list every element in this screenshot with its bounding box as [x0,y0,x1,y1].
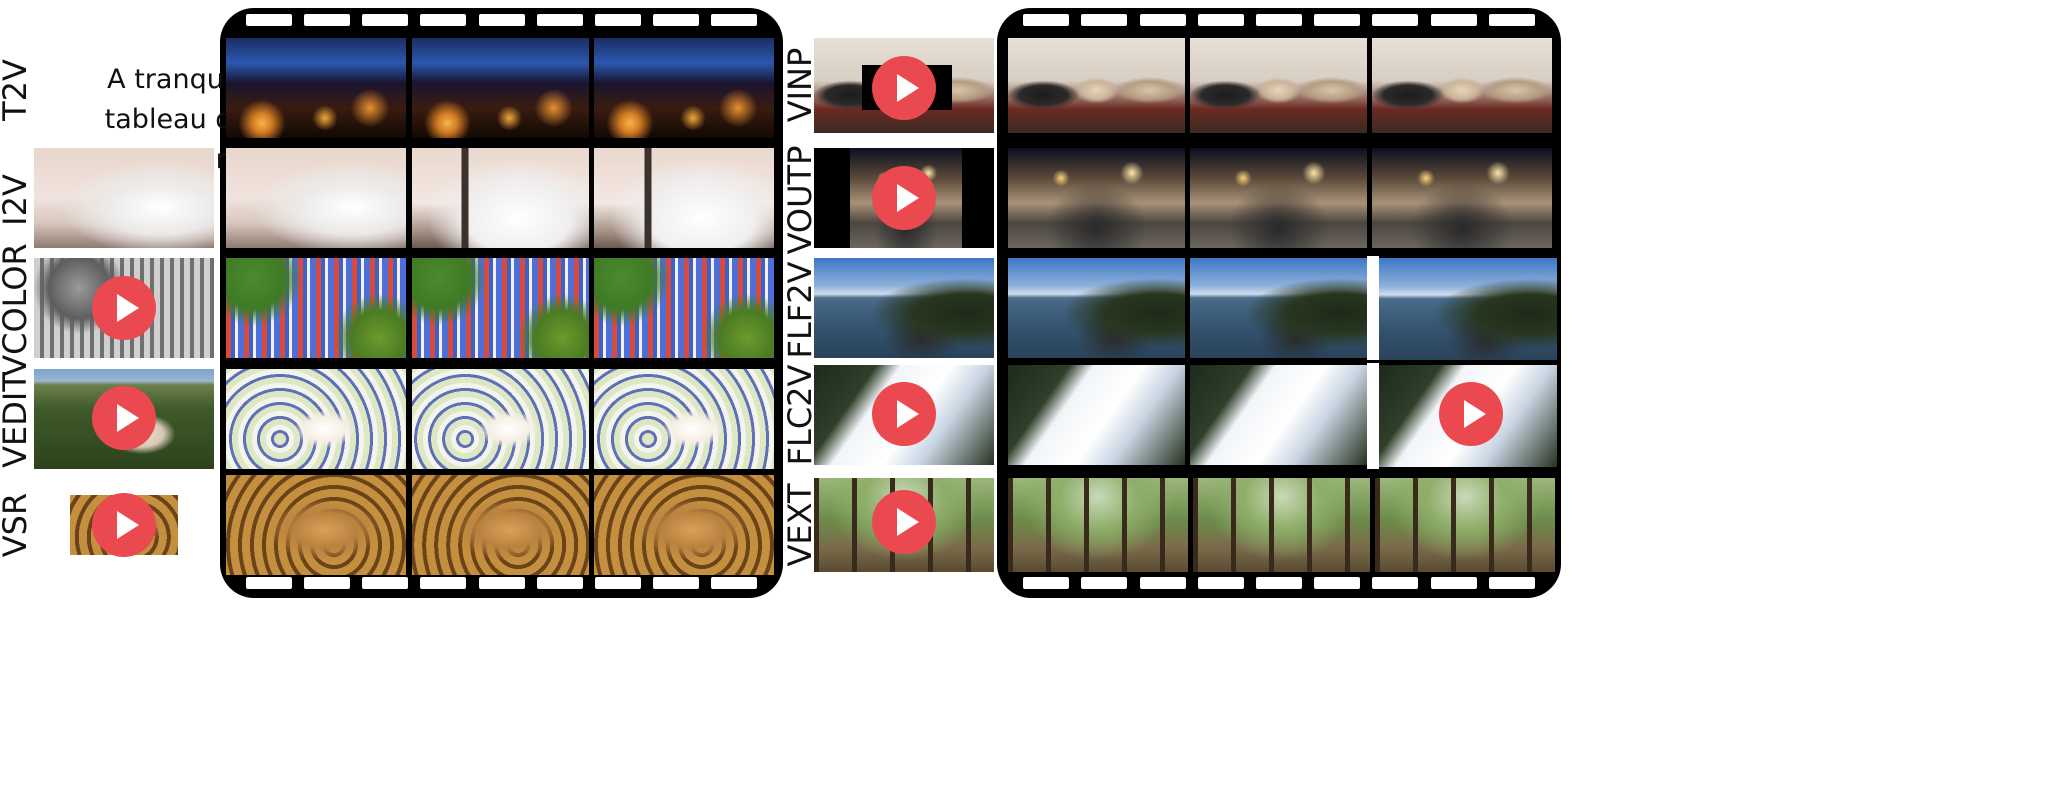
play-icon[interactable] [872,382,936,446]
sprocket-hole [1372,577,1419,589]
sprocket-hole [710,577,757,589]
sprocket-hole [1197,577,1244,589]
flf2v-output-frame [1190,258,1367,358]
voutp-output-frame [1372,148,1552,248]
sprocket-hole [1197,14,1244,26]
sprocket-hole [1314,14,1361,26]
flc2v-output-frame [1190,365,1367,465]
sprocket-hole [1023,14,1070,26]
vcolor-output-frame [226,258,406,358]
i2v-input-image [34,148,214,248]
vext-output-frame [1193,478,1370,572]
sprocket-hole [652,577,699,589]
vinp-output-frame [1190,38,1367,133]
sprocket-hole [1256,577,1302,589]
sprocket-hole [1023,577,1070,589]
flf2v-output-frame [1008,258,1185,358]
sprocket-hole [1081,14,1128,26]
vsr-output-frame [594,475,774,575]
flc2v-output-frame [1008,365,1185,465]
sprocket-hole [1372,14,1419,26]
task-label-vsr: VSR [0,492,34,558]
sprocket-hole [536,14,583,26]
sprocket-hole [478,577,525,589]
sprocket-hole [1314,577,1361,589]
vsr-output-frame [412,475,589,575]
sprocket-hole [1081,577,1128,589]
i2v-output-frame [226,148,406,248]
sprocket-hole [710,14,757,26]
sprocket-hole [1139,14,1186,26]
play-icon[interactable] [92,493,156,557]
sprocket-hole [420,14,467,26]
i2v-output-frame [412,148,589,248]
vedit-output-frame [412,369,589,469]
play-icon[interactable] [92,276,156,340]
vext-output-frame [1008,478,1188,572]
vsr-output-frame [226,475,406,575]
vinp-output-frame [1008,38,1185,133]
sprocket-hole [1139,577,1186,589]
play-icon[interactable] [1439,382,1503,446]
vedit-output-frame [226,369,406,469]
sprocket-hole [304,577,351,589]
sprocket-hole [594,577,641,589]
voutp-output-frame [1008,148,1185,248]
sprocket-hole [246,577,293,589]
sprocket-hole [594,14,641,26]
sprocket-hole [1488,14,1535,26]
t2v-output-frame [412,38,589,138]
play-icon[interactable] [872,56,936,120]
vext-output-frame [1375,478,1555,572]
sprocket-hole [652,14,699,26]
t2v-output-frame [226,38,406,138]
i2v-output-frame [594,148,774,248]
sprocket-hole [362,577,409,589]
sprocket-hole [1256,14,1302,26]
sprocket-hole [536,577,583,589]
flf2v-last-frame [1379,258,1557,360]
sprocket-hole [362,14,409,26]
sprocket-hole [246,14,293,26]
vinp-output-frame [1372,38,1552,133]
flf2v-last-frame-gap [1367,256,1379,360]
play-icon[interactable] [872,490,936,554]
flf2v-first-frame [814,258,994,358]
vedit-output-frame [594,369,774,469]
vcolor-output-frame [594,258,774,358]
play-icon[interactable] [872,166,936,230]
sprocket-hole [1430,577,1477,589]
t2v-output-frame [594,38,774,138]
sprocket-hole [304,14,351,26]
sprocket-hole [1430,14,1477,26]
voutp-output-frame [1190,148,1367,248]
flc2v-last-clip-gap [1367,363,1379,469]
sprocket-hole [478,14,525,26]
sprocket-hole [1488,577,1535,589]
vcolor-output-frame [412,258,589,358]
play-icon[interactable] [92,386,156,450]
sprocket-hole [420,577,467,589]
